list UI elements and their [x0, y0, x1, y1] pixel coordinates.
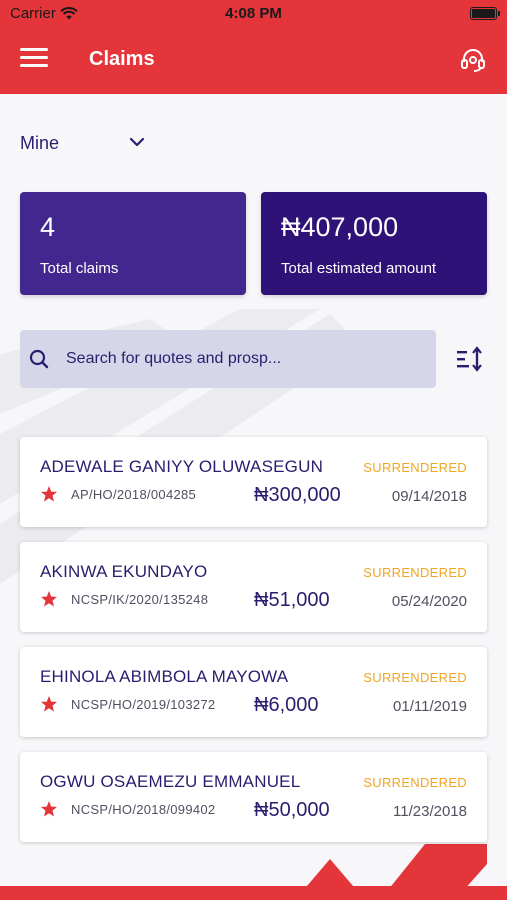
total-claims-value: 4: [40, 212, 56, 242]
search-bar: [20, 330, 436, 388]
policy-reference: NCSP/IK/2020/135248: [71, 592, 209, 607]
claimant-name: OGWU OSAEMEZU EMMANUEL: [40, 772, 301, 791]
star-icon: [41, 591, 57, 607]
total-claims-label: Total claims: [40, 260, 119, 277]
star-icon: [41, 486, 57, 502]
claim-amount: ₦6,000: [254, 694, 319, 716]
clock: 4:08 PM: [225, 5, 282, 22]
claim-date: 11/23/2018: [393, 803, 467, 820]
sort-icon[interactable]: [455, 345, 485, 373]
total-amount-value: ₦407,000: [281, 212, 399, 242]
battery-icon: [470, 7, 500, 20]
star-icon: [41, 801, 57, 817]
total-claims-card: 4 Total claims: [20, 192, 246, 295]
claim-date: 09/14/2018: [391, 488, 467, 505]
filter-selected-label: Mine: [20, 132, 60, 153]
claim-status: SURRENDERED: [363, 670, 467, 685]
support-headset-icon[interactable]: [459, 46, 487, 74]
claim-amount: ₦300,000: [254, 484, 341, 506]
bottom-accent-bar: [0, 886, 507, 900]
claim-date: 01/11/2019: [393, 698, 467, 715]
policy-reference: NCSP/HO/2018/099402: [71, 802, 216, 817]
star-icon: [41, 696, 57, 712]
claimant-name: AKINWA EKUNDAYO: [40, 562, 208, 581]
claimant-name: ADEWALE GANIYY OLUWASEGUN: [40, 457, 324, 476]
claims-filter-dropdown[interactable]: Mine: [20, 130, 150, 156]
chevron-down-icon: [129, 137, 145, 147]
claim-status: SURRENDERED: [363, 565, 467, 580]
total-amount-card: ₦407,000 Total estimated amount: [261, 192, 487, 295]
claim-status: SURRENDERED: [363, 460, 467, 475]
page-title: Claims: [89, 48, 155, 70]
claim-date: 05/24/2020: [391, 593, 467, 610]
claim-card[interactable]: ADEWALE GANIYY OLUWASEGUN SURRENDERED AP…: [20, 437, 487, 527]
claim-card[interactable]: AKINWA EKUNDAYO SURRENDERED NCSP/IK/2020…: [20, 542, 487, 632]
claimant-name: EHINOLA ABIMBOLA MAYOWA: [40, 667, 289, 686]
search-input[interactable]: [66, 330, 426, 388]
claim-amount: ₦50,000: [254, 799, 330, 821]
search-icon: [29, 349, 49, 369]
total-amount-label: Total estimated amount: [281, 260, 437, 277]
claim-status: SURRENDERED: [363, 775, 467, 790]
policy-reference: NCSP/HO/2019/103272: [71, 697, 216, 712]
status-bar: Carrier 4:08 PM: [0, 0, 507, 28]
policy-reference: AP/HO/2018/004285: [71, 487, 197, 502]
claim-card[interactable]: EHINOLA ABIMBOLA MAYOWA SURRENDERED NCSP…: [20, 647, 487, 737]
menu-button[interactable]: [20, 48, 48, 72]
claim-amount: ₦51,000: [254, 589, 330, 611]
app-bar: Claims: [0, 28, 507, 94]
claim-card[interactable]: OGWU OSAEMEZU EMMANUEL SURRENDERED NCSP/…: [20, 752, 487, 842]
